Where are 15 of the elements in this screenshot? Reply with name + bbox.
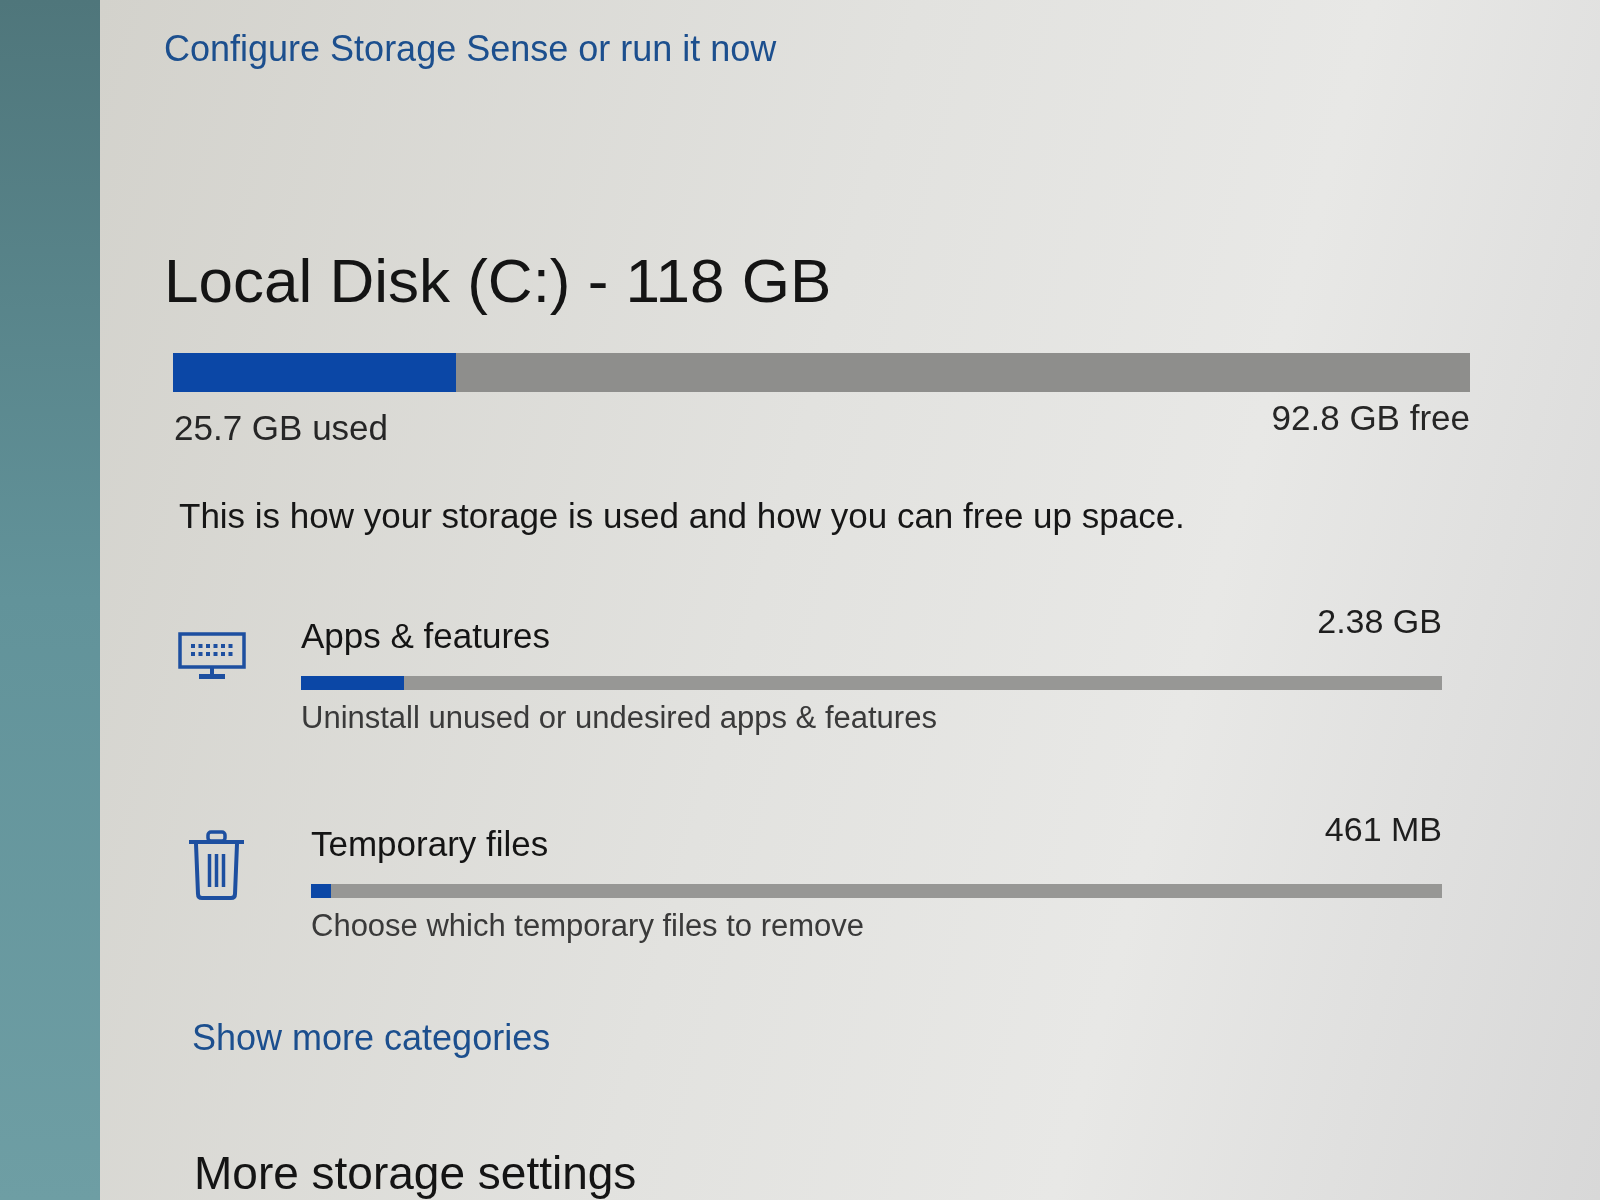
category-size: 2.38 GB bbox=[1317, 601, 1442, 642]
category-name[interactable]: Apps & features bbox=[301, 600, 551, 658]
section-heading: More storage settings bbox=[194, 1146, 637, 1200]
monitor-icon bbox=[178, 632, 246, 680]
category-description: Choose which temporary files to remove bbox=[311, 907, 865, 945]
trash-can-icon bbox=[188, 830, 245, 900]
free-space-label: 92.8 GB free bbox=[1271, 397, 1470, 439]
used-space-label: 25.7 GB used bbox=[174, 407, 389, 449]
category-size: 461 MB bbox=[1324, 809, 1442, 850]
storage-sense-link[interactable]: Configure Storage Sense or run it now bbox=[164, 27, 777, 71]
category-name[interactable]: Temporary files bbox=[311, 808, 549, 866]
storage-description: This is how your storage is used and how you can free up space. bbox=[179, 495, 1185, 537]
drive-title: Local Disk (C:) - 118 GB bbox=[164, 245, 832, 317]
show-more-categories-link[interactable]: Show more categories bbox=[192, 1016, 551, 1060]
category-description: Uninstall unused or undesired apps & features bbox=[301, 699, 937, 737]
